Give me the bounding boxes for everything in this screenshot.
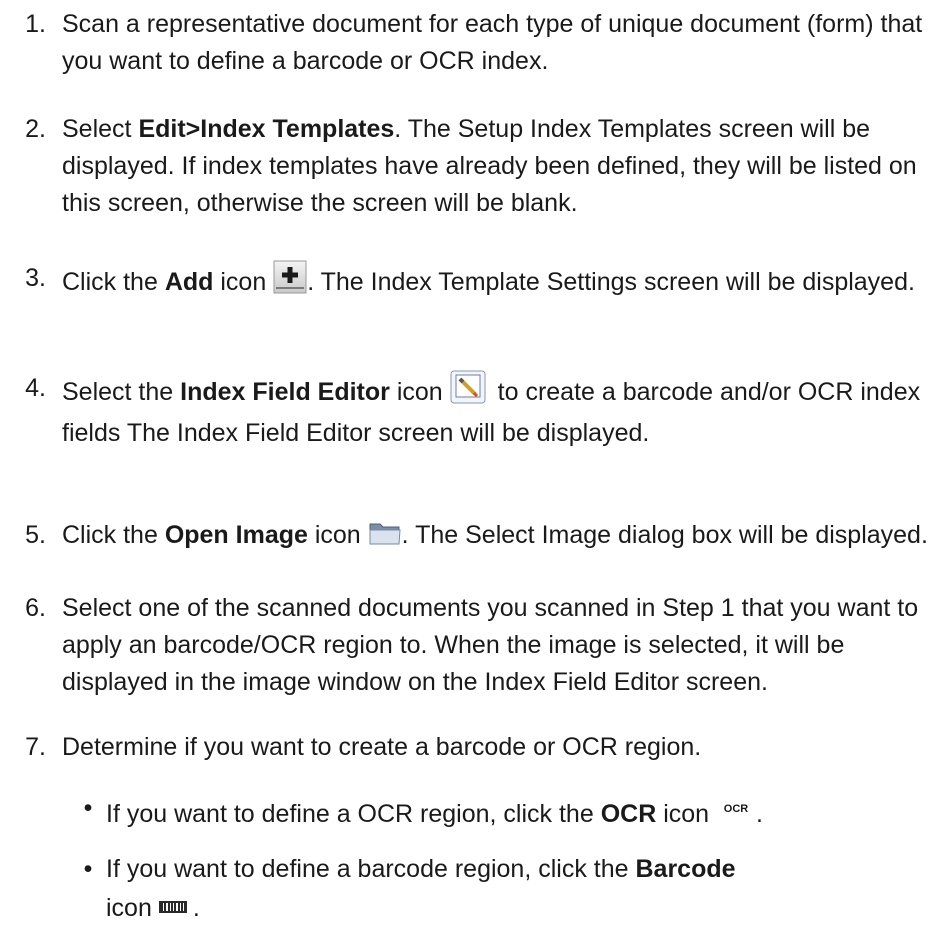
text-run: . xyxy=(192,894,200,922)
bullet-text-line2: icon . xyxy=(106,888,936,927)
step-number: 3. xyxy=(25,264,46,292)
barcode-icon xyxy=(158,888,187,925)
text-run: . xyxy=(756,800,763,828)
instruction-page: { "steps": [ {"num": "1.", "text": "Scan… xyxy=(0,0,940,924)
step-text: Select the Index Field Editor icon to cr… xyxy=(62,370,937,452)
step-text: Click the Open Image icon . The Select I… xyxy=(62,517,937,558)
text-run: icon xyxy=(307,521,368,549)
text-run: Click the xyxy=(62,268,165,296)
index-field-editor-icon xyxy=(450,370,486,415)
ocr-icon: OCR xyxy=(720,790,752,827)
step-text: Determine if you want to create a barcod… xyxy=(62,733,702,761)
open-folder-icon xyxy=(368,519,402,558)
command-name: Index Field Editor xyxy=(180,378,390,406)
text-run: . The Index Template Settings screen wil… xyxy=(307,268,915,296)
text-run: icon xyxy=(213,268,274,296)
text-run: icon xyxy=(656,800,717,828)
menu-path: Edit>Index Templates xyxy=(138,115,395,143)
text-run: Select xyxy=(62,115,139,143)
text-run: If you want to define a barcode region, … xyxy=(106,855,636,883)
bullet-dot: • xyxy=(83,794,93,822)
text-run: . The Select Image dialog box will be di… xyxy=(401,521,928,549)
bullet-text: If you want to define a barcode region, … xyxy=(106,851,936,888)
step-number: 7. xyxy=(25,733,46,761)
step-number: 1. xyxy=(25,10,46,38)
command-name: Barcode xyxy=(635,855,736,883)
command-name: Open Image xyxy=(164,521,308,549)
add-icon xyxy=(273,260,307,305)
command-name: OCR xyxy=(600,800,657,828)
ocr-icon-label: OCR xyxy=(724,803,749,815)
step-number: 6. xyxy=(25,594,46,622)
step-number: 4. xyxy=(25,374,46,402)
step-text: Scan a representative document for each … xyxy=(62,10,923,75)
step-text: Click the Add icon . The Index Template … xyxy=(62,260,937,305)
text-run: Select the xyxy=(62,378,181,406)
step-number: 2. xyxy=(25,115,46,143)
step-text: Select Edit>Index Templates. The Setup I… xyxy=(62,111,937,222)
bullet-dot: • xyxy=(83,855,93,883)
command-name: Add xyxy=(164,268,214,296)
step-text: Select one of the scanned documents you … xyxy=(62,594,919,696)
text-run: icon xyxy=(106,894,159,922)
text-run: If you want to define a OCR region, clic… xyxy=(106,800,601,828)
bullet-text: If you want to define a OCR region, clic… xyxy=(106,790,936,833)
text-run: Click the xyxy=(62,521,165,549)
text-run: icon xyxy=(389,378,450,406)
step-number: 5. xyxy=(25,521,46,549)
